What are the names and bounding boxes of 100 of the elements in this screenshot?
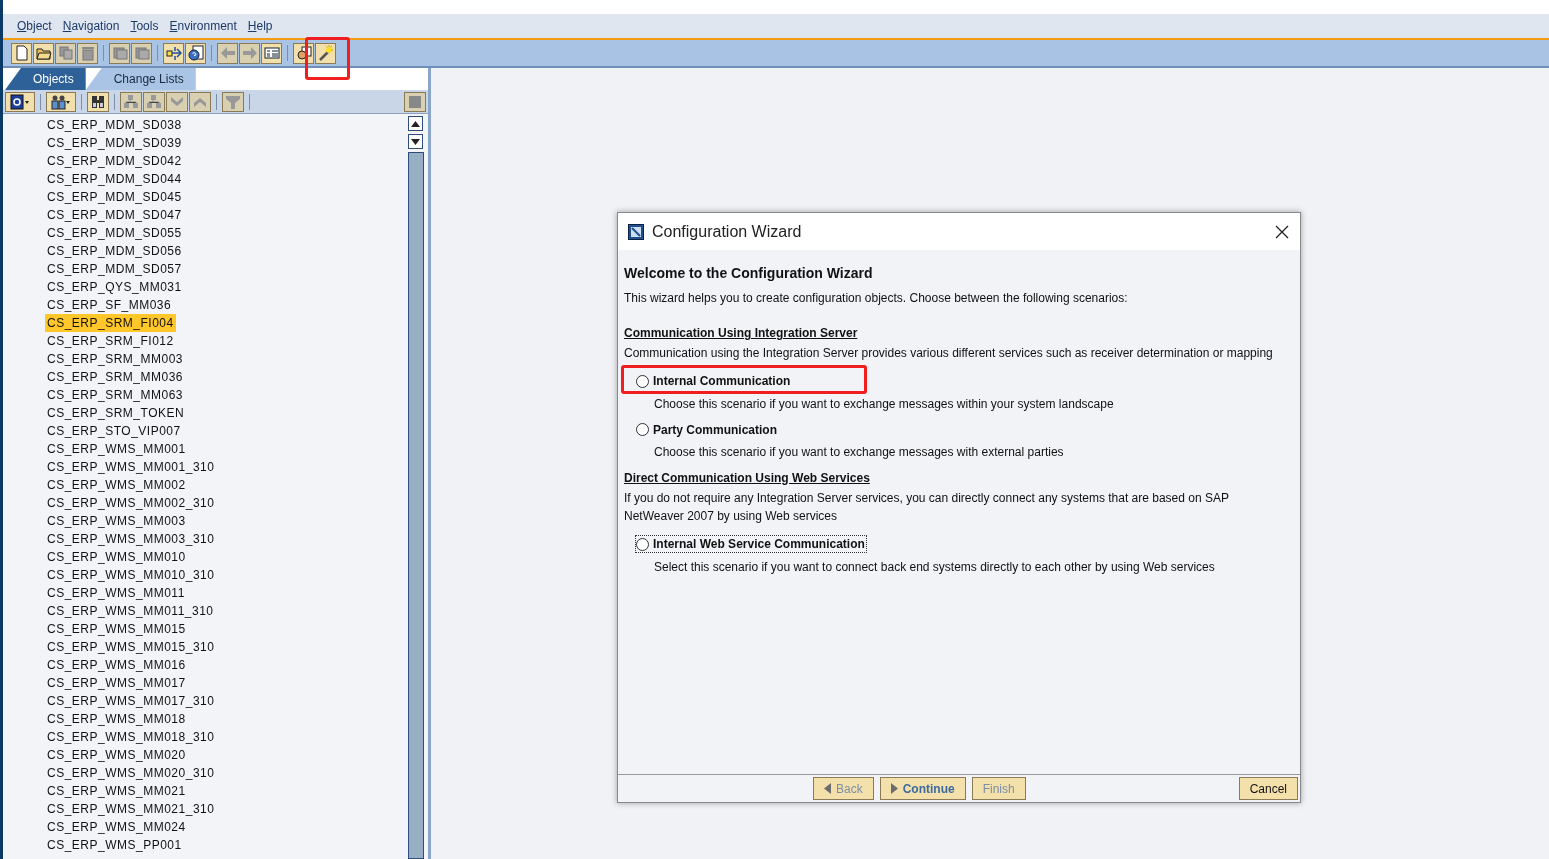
menu-item[interactable]: Object bbox=[17, 19, 52, 33]
tree-entry[interactable]: CS_ERP_MDM_SD047 bbox=[45, 206, 184, 224]
dialog-button[interactable]: Cancel bbox=[1238, 777, 1298, 800]
tree-entry[interactable]: CS_ERP_MDM_SD038 bbox=[45, 116, 184, 134]
tree-entry[interactable]: CS_ERP_WMS_MM002 bbox=[45, 476, 188, 494]
people-icon bbox=[51, 93, 71, 110]
tree-entry[interactable]: CS_ERP_WMS_MM001 bbox=[45, 440, 188, 458]
tree-entry[interactable]: CS_ERP_WMS_MM016 bbox=[45, 656, 188, 674]
tree-entry[interactable]: CS_ERP_MDM_SD056 bbox=[45, 242, 184, 260]
toolbar-button[interactable] bbox=[87, 91, 109, 112]
left-arrow-icon bbox=[219, 45, 236, 61]
tree-entry[interactable]: CS_ERP_STO_VIP007 bbox=[45, 422, 183, 440]
up-triangle-icon bbox=[411, 120, 420, 127]
tree-entry[interactable]: CS_ERP_WMS_MM020_310 bbox=[45, 764, 217, 782]
stack-icon bbox=[133, 45, 150, 61]
tree-entry[interactable]: CS_ERP_WMS_MM017 bbox=[45, 674, 188, 692]
tree-entry[interactable]: CS_ERP_SRM_MM036 bbox=[45, 368, 186, 386]
option-description: Choose this scenario if you want to exchange messages with external parties bbox=[654, 445, 1065, 459]
wizard-heading: Welcome to the Configuration Wizard bbox=[624, 265, 874, 281]
tree-entry[interactable]: CS_ERP_WMS_MM003 bbox=[45, 512, 188, 530]
tree-icon bbox=[146, 93, 162, 110]
tree-entry[interactable]: CS_ERP_WMS_PP001 bbox=[45, 836, 184, 854]
right-triangle-icon bbox=[890, 783, 898, 794]
tree-entry[interactable]: CS_ERP_WMS_MM015_310 bbox=[45, 638, 217, 656]
refresh-icon bbox=[10, 93, 30, 110]
scrollbar-track[interactable] bbox=[408, 152, 424, 859]
section-text: Communication using the Integration Server provides various different services such as receiver determination or mapping bbox=[624, 345, 1274, 362]
help-icon bbox=[187, 45, 204, 61]
tree-entry[interactable]: CS_ERP_SRM_MM003 bbox=[45, 350, 186, 368]
toolbar-button[interactable] bbox=[185, 42, 206, 64]
option-description: Choose this scenario if you want to exchange messages within your system landscape bbox=[654, 396, 1115, 411]
menu-item[interactable]: Environment bbox=[169, 19, 237, 33]
app-icon bbox=[628, 223, 644, 240]
tree-entry[interactable]: CS_ERP_WMS_MM010_310 bbox=[45, 566, 217, 584]
tree-entry[interactable]: CS_ERP_WMS_MM010 bbox=[45, 548, 188, 566]
toolbar-button[interactable] bbox=[46, 91, 76, 112]
tree-icon bbox=[123, 93, 139, 110]
tree-entry[interactable]: CS_ERP_SF_MM036 bbox=[45, 296, 174, 314]
tree-entry[interactable]: CS_ERP_WMS_MM001_310 bbox=[45, 458, 217, 476]
close-button[interactable] bbox=[1274, 223, 1290, 240]
tree-entry[interactable]: CS_ERP_SRM_TOKEN bbox=[45, 404, 187, 422]
scroll-up-button[interactable] bbox=[408, 116, 423, 131]
down-triangle-icon bbox=[411, 138, 420, 145]
radio-option[interactable]: Internal Communication bbox=[635, 372, 793, 390]
right-arrow-icon bbox=[241, 45, 258, 61]
binoculars-icon bbox=[90, 93, 106, 110]
tree-entry[interactable]: CS_ERP_SRM_FI012 bbox=[45, 332, 176, 350]
left-triangle-icon bbox=[824, 783, 831, 794]
menu-item[interactable]: Tools bbox=[130, 19, 159, 33]
tab[interactable]: Change Lists bbox=[85, 68, 196, 90]
dialog-button[interactable]: Continue bbox=[879, 777, 966, 800]
folder-icon bbox=[35, 45, 52, 61]
menu-item[interactable]: Navigation bbox=[62, 19, 120, 33]
tree-entry[interactable]: CS_ERP_WMS_MM020 bbox=[45, 746, 188, 764]
trash-icon bbox=[79, 45, 96, 61]
radio-option[interactable]: Party Communication bbox=[635, 420, 780, 439]
dialog-title: Configuration Wizard bbox=[652, 222, 803, 241]
tree-entry[interactable]: CS_ERP_MDM_SD045 bbox=[45, 188, 184, 206]
toolbar-button[interactable] bbox=[163, 42, 184, 64]
tree-entry[interactable]: CS_ERP_WMS_MM018 bbox=[45, 710, 188, 728]
tree-entry[interactable]: CS_ERP_QYS_MM031 bbox=[45, 278, 184, 296]
tree-entry[interactable]: CS_ERP_WMS_MM011_310 bbox=[45, 602, 216, 620]
toolbar-button[interactable] bbox=[315, 42, 336, 64]
toolbar-button[interactable] bbox=[33, 42, 54, 64]
tree-entry[interactable]: CS_ERP_MDM_SD042 bbox=[45, 152, 184, 170]
transfer-icon bbox=[165, 45, 182, 61]
tree-entry[interactable]: CS_ERP_SRM_MM063 bbox=[45, 386, 186, 404]
tree-entry[interactable]: CS_ERP_WMS_MM021 bbox=[45, 782, 188, 800]
intro-text: This wizard helps you to create configuration objects. Choose between the following scenarios: bbox=[624, 291, 1129, 305]
square-icon bbox=[408, 94, 422, 109]
person-icon bbox=[295, 45, 312, 61]
section-text: If you do not require any Integration Server services, you can directly connect any systems that are based on SAP NetWeaver 2007 by using Web services bbox=[624, 490, 1230, 525]
option-description: Select this scenario if you want to connect back end systems directly to each other by using Web services bbox=[654, 559, 1216, 574]
tree-entry[interactable]: CS_ERP_WMS_MM015 bbox=[45, 620, 188, 638]
close-icon bbox=[1274, 223, 1290, 240]
tree-entry[interactable]: CS_ERP_WMS_MM017_310 bbox=[45, 692, 217, 710]
page-icon bbox=[13, 45, 30, 61]
tree-entry[interactable]: CS_ERP_MDM_SD044 bbox=[45, 170, 184, 188]
scroll-down-button[interactable] bbox=[408, 134, 423, 149]
tree-entry[interactable]: CS_ERP_WMS_MM024 bbox=[45, 818, 188, 836]
tree-entry[interactable]: CS_ERP_WMS_MM002_310 bbox=[45, 494, 217, 512]
tab[interactable]: Objects bbox=[5, 68, 86, 90]
tree-entry[interactable]: CS_ERP_MDM_SD039 bbox=[45, 134, 184, 152]
tree-entry[interactable]: CS_ERP_WMS_MM011 bbox=[45, 584, 187, 602]
tree-entry[interactable]: CS_ERP_WMS_MM021_310 bbox=[45, 800, 217, 818]
copy-icon bbox=[57, 45, 74, 61]
tree-entry[interactable]: CS_ERP_WMS_MM003_310 bbox=[45, 530, 217, 548]
tree-entry[interactable]: CS_ERP_MDM_SD055 bbox=[45, 224, 184, 242]
radio-option[interactable]: Internal Web Service Communication bbox=[635, 535, 867, 553]
magic-wand-icon bbox=[317, 45, 334, 61]
section-title: Direct Communication Using Web Services bbox=[624, 471, 871, 485]
tree-entry[interactable]: CS_ERP_SRM_FI004 bbox=[45, 314, 176, 332]
menu-item[interactable]: Help bbox=[247, 19, 273, 33]
tree-entry[interactable]: CS_ERP_WMS_MM018_310 bbox=[45, 728, 217, 746]
filter-icon bbox=[225, 93, 241, 110]
toolbar-button[interactable] bbox=[5, 91, 35, 112]
list-icon bbox=[263, 45, 280, 61]
stack-icon bbox=[111, 45, 128, 61]
section-title: Communication Using Integration Server bbox=[624, 326, 859, 340]
tree-entry[interactable]: CS_ERP_MDM_SD057 bbox=[45, 260, 184, 278]
